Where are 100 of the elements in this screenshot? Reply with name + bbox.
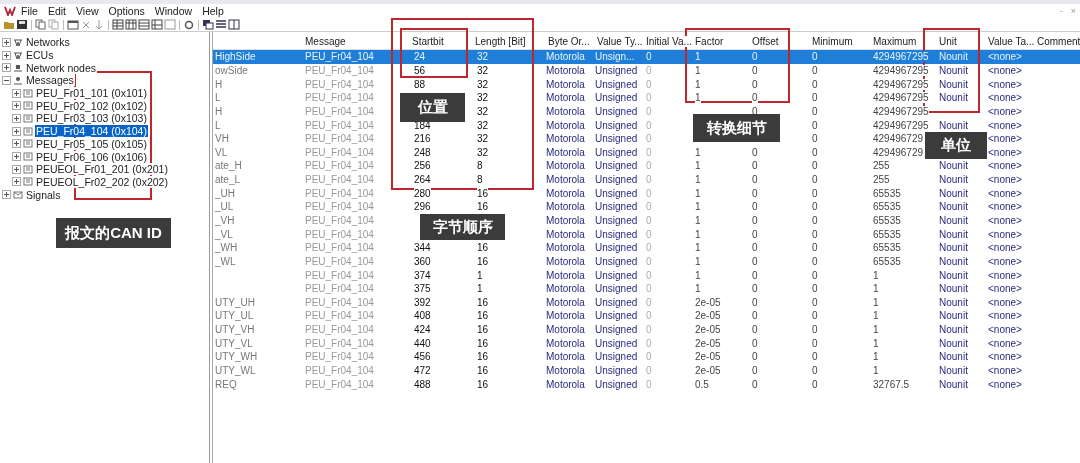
expand-icon[interactable]: [12, 113, 21, 123]
table-cell: Nounit: [939, 296, 968, 308]
window-icon[interactable]: [67, 19, 79, 30]
menu-item[interactable]: View: [71, 4, 104, 18]
tree-item[interactable]: PEU_Fr02_102 (0x102): [35, 99, 148, 112]
grid-icon[interactable]: [138, 19, 150, 30]
column-header[interactable]: Minimum: [812, 36, 853, 47]
table-cell: 0: [646, 337, 652, 349]
expand-icon[interactable]: [2, 50, 11, 60]
expand-icon[interactable]: [2, 63, 11, 73]
column-header[interactable]: Length [Bit]: [475, 36, 526, 47]
table-cell: 472: [414, 365, 431, 377]
table-cell: Nounit: [939, 310, 968, 322]
expand-icon[interactable]: [12, 152, 21, 162]
table-cell: UTY_VH: [215, 324, 255, 336]
tree-item[interactable]: PEUEOL_Fr01_201 (0x201): [35, 163, 169, 176]
tree-item[interactable]: PEU_Fr01_101 (0x101): [35, 87, 148, 100]
grid-icon[interactable]: [151, 19, 163, 30]
table-cell: 0: [646, 365, 652, 377]
table-cell: Nounit: [939, 269, 968, 281]
table-cell: UTY_WL: [215, 365, 256, 377]
column-header[interactable]: Value Ta...: [988, 36, 1035, 47]
table-cell: Nounit: [939, 92, 968, 104]
column-header[interactable]: Message: [305, 36, 346, 47]
table-cell: Unsigned: [595, 378, 638, 390]
table-cell: ate_H: [215, 160, 242, 172]
table-cell: Motorola: [546, 296, 585, 308]
tree-item[interactable]: Networks: [25, 36, 71, 49]
tree-item[interactable]: PEU_Fr03_103 (0x103): [35, 112, 148, 125]
column-header[interactable]: Factor: [695, 36, 724, 47]
table-cell: Nounit: [939, 78, 968, 90]
callout-label: 位置: [400, 93, 465, 122]
table-cell: 1: [873, 283, 879, 295]
column-header[interactable]: Byte Or...: [548, 36, 590, 47]
tree-item[interactable]: PEU_Fr05_105 (0x105): [35, 137, 148, 150]
table-cell: <none>: [988, 215, 1022, 226]
menu-item[interactable]: Window: [149, 4, 198, 18]
grid-icon[interactable]: [112, 19, 124, 30]
app-icon: [4, 6, 16, 16]
menu-item[interactable]: Help: [197, 4, 229, 18]
column-header[interactable]: Comment: [1037, 36, 1080, 47]
table-cell: 0: [646, 378, 652, 390]
column-header[interactable]: Value Ty...: [597, 36, 643, 47]
window-icon[interactable]: [228, 19, 240, 30]
arrow-icon[interactable]: [93, 19, 105, 30]
table-cell: Motorola: [546, 378, 585, 390]
grid-icon[interactable]: [125, 19, 137, 30]
table-cell: Unsigned: [595, 92, 638, 104]
menu-item[interactable]: File: [16, 4, 43, 18]
table-cell: 1: [695, 215, 701, 226]
tree-item[interactable]: PEUEOL_Fr02_202 (0x202): [35, 175, 169, 188]
table-cell: UTY_UL: [215, 310, 254, 322]
table-cell: 1: [695, 242, 701, 254]
expand-icon[interactable]: [12, 139, 21, 149]
table-cell: Motorola: [546, 146, 585, 158]
table-cell: Motorola: [546, 228, 585, 240]
tree-item[interactable]: Signals: [25, 188, 62, 201]
table-cell: Unsigned: [595, 310, 638, 322]
column-header[interactable]: Unit: [939, 36, 957, 47]
table-cell: Unsigned: [595, 187, 638, 199]
table-cell: 1: [873, 296, 879, 308]
tree-item[interactable]: PEU_Fr06_106 (0x106): [35, 150, 148, 163]
table-cell: 0: [752, 269, 758, 281]
table-cell: Motorola: [546, 337, 585, 349]
table-cell: 0: [812, 255, 818, 267]
menu-item[interactable]: Edit: [42, 4, 71, 18]
expand-icon[interactable]: [12, 164, 21, 174]
table-cell: <none>: [988, 269, 1022, 281]
table-cell: 0: [752, 146, 758, 158]
table-cell: Nounit: [939, 242, 968, 254]
tree-item[interactable]: ECUs: [25, 49, 55, 62]
tree-item[interactable]: PEU_Fr04_104 (0x104): [35, 125, 148, 138]
column-header[interactable]: Offset: [752, 36, 779, 47]
column-header[interactable]: Initial Va...: [646, 36, 692, 47]
expand-icon[interactable]: [2, 190, 11, 200]
column-header[interactable]: Maximum: [873, 36, 917, 47]
collapse-icon[interactable]: [2, 75, 11, 85]
table-cell: 0: [752, 92, 758, 104]
expand-icon[interactable]: [2, 37, 11, 47]
expand-icon[interactable]: [12, 177, 21, 187]
expand-icon[interactable]: [12, 101, 21, 111]
menu-item[interactable]: Options: [103, 4, 150, 18]
table-cell: Nounit: [939, 283, 968, 295]
message-icon: [23, 126, 33, 136]
expand-icon[interactable]: [12, 126, 21, 136]
table-cell: 16: [477, 310, 489, 322]
table-cell: 0: [812, 105, 818, 117]
tree-item[interactable]: Network nodes: [25, 61, 98, 74]
table-cell: Motorola: [546, 133, 585, 145]
expand-icon[interactable]: [12, 88, 21, 98]
table-cell: Motorola: [546, 51, 585, 63]
table-cell: <none>: [988, 296, 1022, 308]
tree-item[interactable]: Messages: [25, 74, 75, 87]
copy-icon[interactable]: [35, 19, 47, 30]
table-cell: 32: [477, 119, 489, 131]
table-cell: 0: [812, 64, 818, 76]
column-header[interactable]: Startbit: [412, 36, 444, 47]
table-cell: Nounit: [939, 201, 968, 213]
cascade-icon[interactable]: [202, 19, 214, 30]
list-icon[interactable]: [215, 19, 227, 30]
